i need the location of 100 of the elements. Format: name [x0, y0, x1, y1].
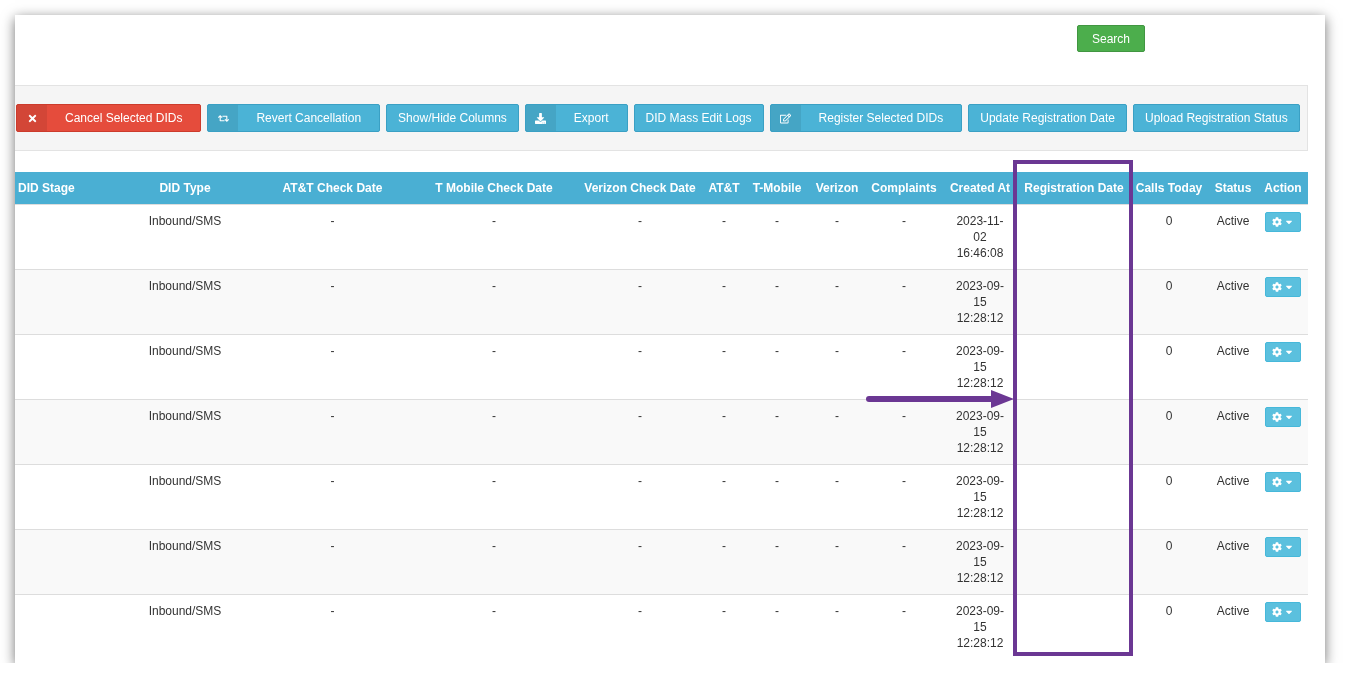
table-cell: - — [902, 604, 906, 618]
column-header: AT&T — [702, 172, 746, 205]
action-dropdown-button[interactable] — [1265, 602, 1301, 622]
settings-icon — [1272, 477, 1282, 487]
column-header: Created At — [942, 172, 1018, 205]
table-cell: - — [775, 409, 779, 423]
column-header: Verizon Check Date — [578, 172, 702, 205]
search-button[interactable]: Search — [1076, 25, 1145, 52]
table-cell: 0 — [1165, 344, 1173, 358]
table-cell: - — [722, 539, 726, 553]
toolbar-button[interactable]: Update Registration Date — [968, 104, 1128, 132]
table-cell: Inbound/SMS — [148, 214, 222, 228]
table-cell: - — [902, 279, 906, 293]
close-icon — [26, 112, 38, 124]
table-cell: Inbound/SMS — [148, 409, 222, 423]
table-cell: - — [330, 344, 335, 358]
table-cell: - — [492, 474, 496, 488]
table-cell: Inbound/SMS — [148, 539, 222, 553]
column-header: DID Stage — [15, 172, 115, 205]
column-header: T-Mobile — [746, 172, 808, 205]
table-cell: 0 — [1165, 409, 1173, 423]
action-dropdown-button[interactable] — [1265, 277, 1301, 297]
table-cell: - — [492, 409, 496, 423]
table-cell: 0 — [1165, 214, 1173, 228]
table-cell: - — [492, 279, 496, 293]
column-header: Verizon — [808, 172, 866, 205]
table-cell: Active — [1216, 214, 1250, 228]
toolbar-button[interactable]: Show/Hide Columns — [386, 104, 519, 132]
refresh-icon — [217, 112, 229, 124]
table-cell: - — [902, 474, 906, 488]
table-cell: - — [638, 409, 642, 423]
table-cell: - — [775, 474, 779, 488]
action-dropdown-button[interactable] — [1265, 342, 1301, 362]
table-cell: - — [330, 214, 335, 228]
table-cell: Inbound/SMS — [148, 344, 222, 358]
table-cell: 2023-09-15 12:28:12 — [955, 538, 1005, 586]
table-cell: - — [638, 539, 642, 553]
edit-icon — [780, 112, 792, 124]
toolbar-button[interactable]: Upload Registration Status — [1133, 104, 1300, 132]
table-cell: - — [330, 279, 335, 293]
toolbar-button[interactable]: Revert Cancellation — [207, 104, 381, 132]
table-cell: - — [722, 409, 726, 423]
table-cell: - — [722, 214, 726, 228]
table-cell: - — [775, 604, 779, 618]
table-cell: - — [775, 539, 779, 553]
table-cell: 0 — [1165, 474, 1173, 488]
settings-icon — [1272, 542, 1282, 552]
table-cell: - — [492, 344, 496, 358]
table-cell: 0 — [1165, 279, 1173, 293]
table-cell: Active — [1216, 279, 1250, 293]
toolbar-button[interactable]: Register Selected DIDs — [769, 104, 963, 132]
settings-icon — [1272, 347, 1282, 357]
table-cell: Active — [1216, 604, 1250, 618]
table-cell: 2023-09-15 12:28:12 — [955, 408, 1005, 456]
settings-icon — [1272, 217, 1282, 227]
table-cell: - — [492, 539, 496, 553]
table-cell: - — [775, 214, 779, 228]
column-header: DID Type — [115, 172, 255, 205]
table-cell: Inbound/SMS — [148, 474, 222, 488]
toolbar-button[interactable]: DID Mass Edit Logs — [633, 104, 764, 132]
table-cell: - — [835, 344, 839, 358]
table-cell: - — [775, 344, 779, 358]
settings-icon — [1272, 607, 1282, 617]
table-cell: - — [902, 344, 906, 358]
table-cell: Active — [1216, 344, 1250, 358]
table-cell: - — [835, 214, 839, 228]
table-cell: - — [722, 344, 726, 358]
table-cell: - — [638, 214, 642, 228]
table-cell: - — [492, 214, 496, 228]
toolbar-button[interactable]: Export — [524, 104, 628, 132]
table-cell: - — [330, 474, 335, 488]
table-cell: 2023-09-15 12:28:12 — [955, 278, 1005, 326]
table-cell: - — [722, 474, 726, 488]
table-cell: - — [775, 279, 779, 293]
table-cell: - — [722, 279, 726, 293]
table-cell: 2023-09-15 12:28:12 — [955, 343, 1005, 391]
column-header: T Mobile Check Date — [410, 172, 578, 205]
action-dropdown-button[interactable] — [1265, 407, 1301, 427]
table-cell: Inbound/SMS — [148, 604, 222, 618]
column-header: Action — [1258, 172, 1308, 205]
table-cell: 2023-09-15 12:28:12 — [955, 603, 1005, 651]
toolbar-button[interactable]: Cancel Selected DIDs — [16, 104, 202, 132]
table-cell: Active — [1216, 474, 1250, 488]
column-header: Complaints — [866, 172, 942, 205]
settings-icon — [1272, 282, 1282, 292]
table-cell: - — [902, 214, 906, 228]
table-cell: - — [835, 539, 839, 553]
table-cell: - — [330, 604, 335, 618]
table-cell: - — [638, 604, 642, 618]
action-dropdown-button[interactable] — [1265, 537, 1301, 557]
table-cell: 2023-11-02 16:46:08 — [955, 213, 1005, 261]
table-cell: - — [835, 474, 839, 488]
table-cell: - — [330, 539, 335, 553]
table-cell: - — [330, 409, 335, 423]
table-cell: - — [722, 604, 726, 618]
table-cell: - — [902, 539, 906, 553]
action-dropdown-button[interactable] — [1265, 472, 1301, 492]
action-dropdown-button[interactable] — [1265, 212, 1301, 232]
table-cell: 2023-09-15 12:28:12 — [955, 473, 1005, 521]
table-cell: 0 — [1165, 604, 1173, 618]
